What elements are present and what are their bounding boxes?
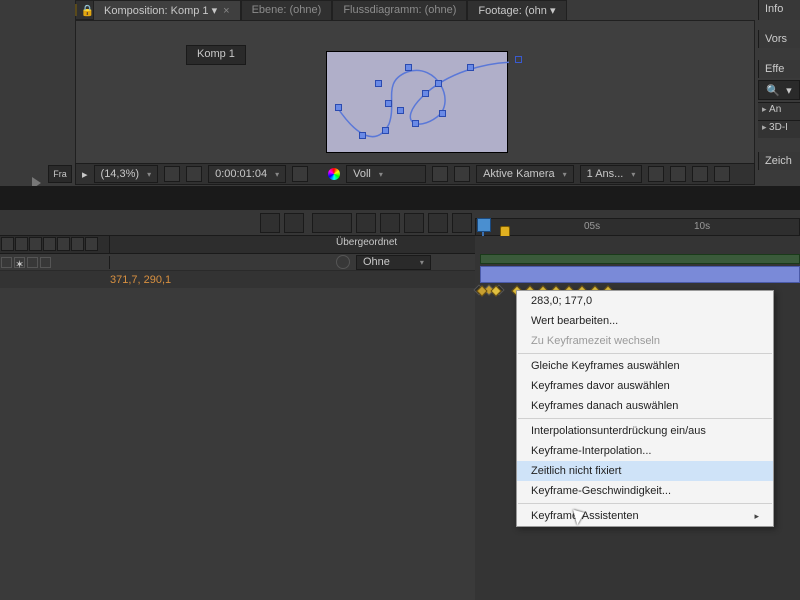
motion-path [327,52,509,154]
parent-header: Übergeordnet [330,236,475,253]
layer-switch[interactable] [40,257,51,268]
switch-shy-icon[interactable] [1,237,14,251]
frame-tab[interactable]: Fra [48,165,72,183]
close-icon[interactable]: × [223,5,229,17]
timecode-display[interactable]: 0:00:01:04 [208,165,286,183]
ctx-goto-time: Zu Keyframezeit wechseln [517,331,773,351]
snapshot-icon[interactable] [292,166,308,182]
views-dropdown[interactable]: 1 Ans... [580,165,643,183]
tab-footage[interactable]: Footage: (ohn ▾ [467,0,566,20]
layer-switch[interactable] [27,257,38,268]
tab-flowchart[interactable]: Flussdiagramm: (ohne) [332,0,467,20]
collapse-icon[interactable]: ▸ [82,168,88,181]
work-area-bar[interactable] [480,254,800,264]
layer-row[interactable]: ✶ Ohne [0,254,475,271]
switch-3d-icon[interactable] [71,237,84,251]
time-ruler[interactable]: 05s 10s [475,218,800,236]
cursor-icon [575,508,589,526]
tool-quality-icon[interactable] [452,213,472,233]
tool-3d-icon[interactable] [284,213,304,233]
tool-motionblur-icon[interactable] [356,213,376,233]
switch-frameblend-icon[interactable] [29,237,42,251]
ctx-velocity[interactable]: Keyframe-Geschwindigkeit... [517,481,773,501]
keyframe[interactable] [476,285,487,296]
search-icon: 🔍 [766,84,780,97]
viewer-tabs: 🔒 Komposition: Komp 1 ▾× Ebene: (ohne) F… [75,0,567,20]
tab-lock-icon[interactable]: 🔒 [75,0,93,20]
dropdown-icon[interactable]: ▾ [212,5,218,17]
comp-canvas[interactable] [326,51,508,153]
ctx-interpolation[interactable]: Keyframe-Interpolation... [517,441,773,461]
ctx-select-following[interactable]: Keyframes danach auswählen [517,396,773,416]
layer-switch[interactable]: ✶ [14,257,25,268]
ctx-edit-value[interactable]: Wert bearbeiten... [517,311,773,331]
layer-duration-bar[interactable] [480,266,800,283]
exposure-icon[interactable] [432,166,448,182]
pixel-icon[interactable] [648,166,664,182]
ctx-select-previous[interactable]: Keyframes davor auswählen [517,376,773,396]
parent-dropdown[interactable]: Ohne [356,255,431,270]
zoom-dropdown[interactable]: (14,3%) [94,165,159,183]
camera-dropdown[interactable]: Aktive Kamera [476,165,574,183]
switch-solo-icon[interactable] [85,237,98,251]
ctx-select-equal[interactable]: Gleiche Keyframes auswählen [517,356,773,376]
flowchart-icon[interactable] [714,166,730,182]
keyframe[interactable] [490,285,501,296]
channel-icon[interactable] [328,168,340,180]
panel-info[interactable]: Info [758,0,800,20]
parent-pickwhip-icon[interactable] [336,255,350,269]
panel-preview[interactable]: Vors [758,30,800,48]
effects-search[interactable]: 🔍▾ [758,80,800,100]
channel-dropdown[interactable]: Voll [346,165,426,183]
ctx-rove-across-time[interactable]: Zeitlich nicht fixiert [517,461,773,481]
panel-effects[interactable]: Effe [758,60,800,78]
switch-adjust-icon[interactable] [57,237,70,251]
keyframe-context-menu: 283,0; 177,0 Wert bearbeiten... Zu Keyfr… [516,290,774,527]
ctx-current-value[interactable]: 283,0; 177,0 [517,291,773,311]
fast-preview-icon[interactable] [670,166,686,182]
timeline-layer-panel: Übergeordnet ✶ Ohne 371,7, 290,1 [0,236,475,288]
panel-item-animation[interactable]: An [758,102,800,120]
tool-brainstorm-icon[interactable] [380,213,400,233]
timeline-icon[interactable] [692,166,708,182]
ctx-keyframe-assistant[interactable]: Keyframe-Assistenten [517,506,773,526]
layer-switch[interactable] [1,257,12,268]
switches-header [0,236,110,253]
grid-icon[interactable] [186,166,202,182]
tab-composition[interactable]: Komposition: Komp 1 ▾× [93,0,241,20]
ctx-toggle-hold[interactable]: Interpolationsunterdrückung ein/aus [517,421,773,441]
ruler-tick: 05s [584,221,600,232]
viewer-footer: ▸ (14,3%) 0:00:01:04 Voll Aktive Kamera … [75,163,755,185]
property-row-position[interactable]: 371,7, 290,1 [0,271,475,288]
tool-graph-icon[interactable] [404,213,424,233]
comp-breadcrumb[interactable]: Komp 1 [186,45,246,65]
composition-viewer: Komp 1 [75,20,755,185]
position-value[interactable]: 371,7, 290,1 [110,274,171,286]
transparency-icon[interactable] [454,166,470,182]
res-icon[interactable] [164,166,180,182]
tool-autokey-icon[interactable] [428,213,448,233]
tool-frameblend-icon[interactable] [312,213,352,233]
ruler-tick: 10s [694,221,710,232]
switch-motionblur-icon[interactable] [43,237,56,251]
panel-item-3d[interactable]: 3D-I [758,120,800,138]
panel-paint[interactable]: Zeich [758,152,800,170]
switch-fx-icon[interactable] [15,237,28,251]
tab-layer[interactable]: Ebene: (ohne) [241,0,333,20]
tool-shy-icon[interactable] [260,213,280,233]
